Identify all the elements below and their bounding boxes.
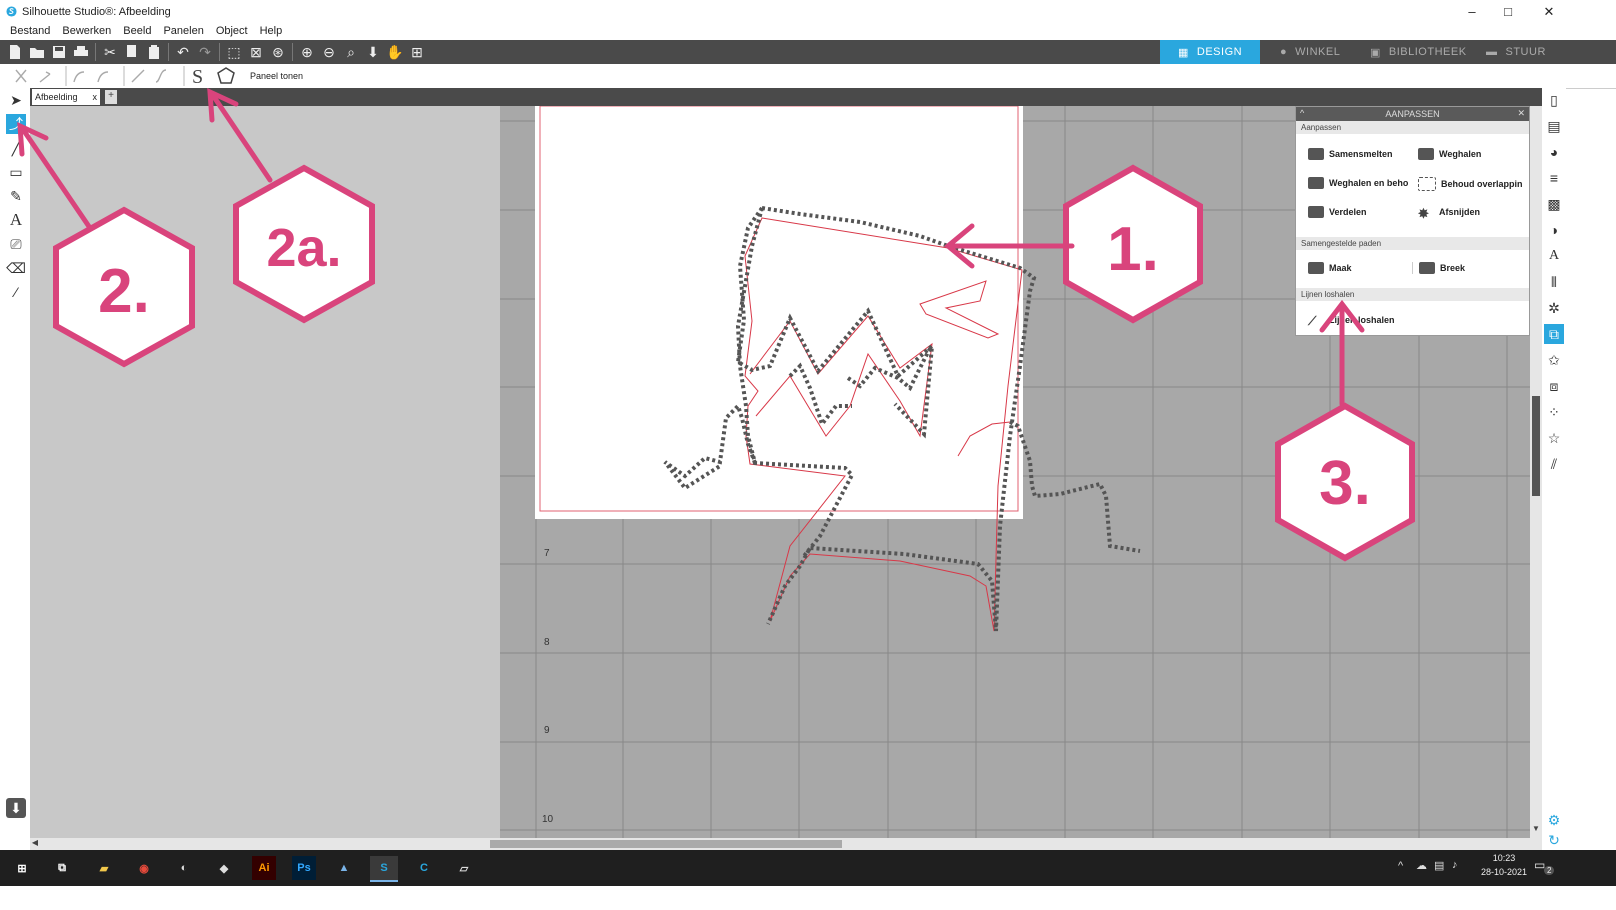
annotation-label-2: 2. xyxy=(98,257,150,326)
clock-date[interactable]: 28-10-2021 xyxy=(1474,867,1534,877)
silhouette-studio-taskbar-icon[interactable]: S xyxy=(370,856,398,882)
file-explorer-icon[interactable]: ▰ xyxy=(92,856,116,880)
cricut-app-icon[interactable]: C xyxy=(412,856,436,880)
photoshop-icon[interactable]: Ps xyxy=(292,856,316,880)
tray-overflow-icon[interactable]: ^ xyxy=(1398,860,1403,872)
cutter-app-icon[interactable]: ▱ xyxy=(452,856,476,880)
windows-taskbar xyxy=(0,850,1616,886)
annotation-arrow-2a xyxy=(209,91,273,183)
cloud-sync-icon[interactable]: ☁ xyxy=(1416,859,1427,872)
annotation-label-1: 1. xyxy=(1107,215,1159,284)
task-view-icon[interactable]: ⧉ xyxy=(50,856,74,880)
clock-time[interactable]: 10:23 xyxy=(1484,853,1524,863)
volume-icon[interactable]: ♪ xyxy=(1452,859,1458,871)
annotation-overlay: 1. 2. 2a. 3. xyxy=(17,87,1415,562)
inkscape-icon[interactable]: ◆ xyxy=(212,856,236,880)
annotation-label-2a: 2a. xyxy=(266,218,341,278)
media-app-icon[interactable]: ◐ xyxy=(172,856,196,880)
network-icon[interactable]: ▤ xyxy=(1434,859,1444,872)
illustrator-icon[interactable]: Ai xyxy=(252,856,276,880)
chrome-icon[interactable]: ◉ xyxy=(132,856,156,880)
windows-start-icon[interactable]: ⊞ xyxy=(10,856,34,880)
annotation-arrow-2 xyxy=(19,125,93,231)
annotation-label-3: 3. xyxy=(1319,449,1371,518)
prism-app-icon[interactable]: ▲ xyxy=(332,856,356,880)
